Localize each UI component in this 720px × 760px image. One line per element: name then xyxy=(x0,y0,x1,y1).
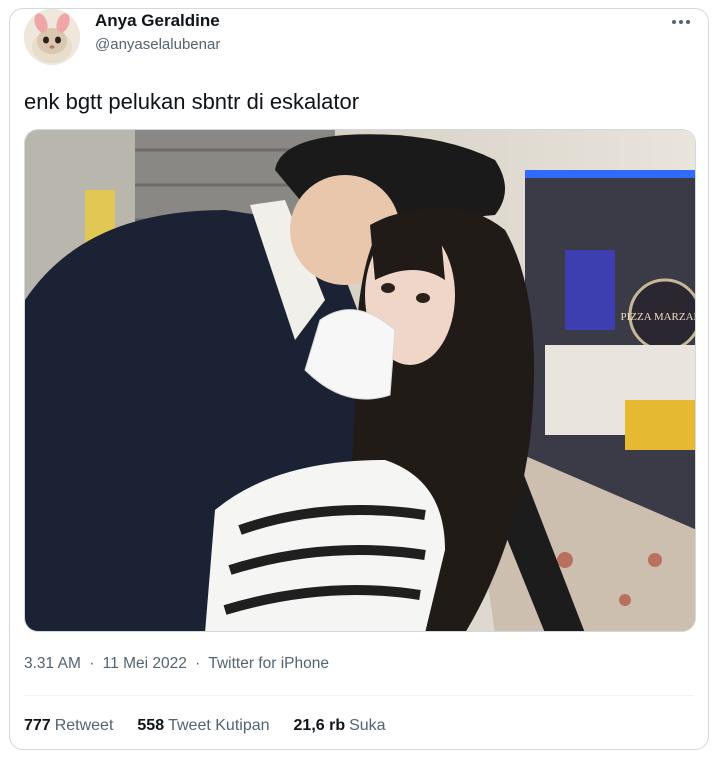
author-handle[interactable]: @anyaselalubenar xyxy=(95,36,220,53)
retweets-stat[interactable]: 777 Retweet xyxy=(24,717,113,735)
tweet-time[interactable]: 3.31 AM xyxy=(24,655,81,672)
likes-label: Suka xyxy=(349,717,386,734)
meta-separator: · xyxy=(89,655,95,672)
tweet-meta: 3.31 AM · 11 Mei 2022 · Twitter for iPho… xyxy=(24,655,333,673)
likes-stat[interactable]: 21,6 rb Suka xyxy=(294,717,386,735)
divider xyxy=(24,695,694,696)
tweet-stats: 777 Retweet 558 Tweet Kutipan 21,6 rb Suka xyxy=(24,717,386,735)
quotes-count: 558 xyxy=(137,717,165,734)
retweets-count: 777 xyxy=(24,717,51,734)
tweet-source[interactable]: Twitter for iPhone xyxy=(208,655,329,672)
tweet-text: enk bgtt pelukan sbntr di eskalator xyxy=(24,89,360,114)
store-sign-text: PIZZA MARZANO xyxy=(621,311,696,323)
retweets-label: Retweet xyxy=(54,717,114,734)
meta-separator: · xyxy=(195,655,201,672)
author-name[interactable]: Anya Geraldine xyxy=(95,11,220,31)
likes-count: 21,6 rb xyxy=(293,717,346,734)
more-options-button[interactable] xyxy=(668,11,694,33)
tweet-date[interactable]: 11 Mei 2022 xyxy=(103,655,187,672)
more-dots-icon xyxy=(672,20,676,24)
tweet-media-photo[interactable]: PIZZA MARZANO xyxy=(24,129,696,632)
tweet-card: Anya Geraldine @anyaselalubenar enk bgtt… xyxy=(9,8,709,750)
avatar[interactable] xyxy=(24,9,80,65)
quote-tweets-stat[interactable]: 558 Tweet Kutipan xyxy=(137,717,269,735)
quotes-label: Tweet Kutipan xyxy=(168,717,270,734)
